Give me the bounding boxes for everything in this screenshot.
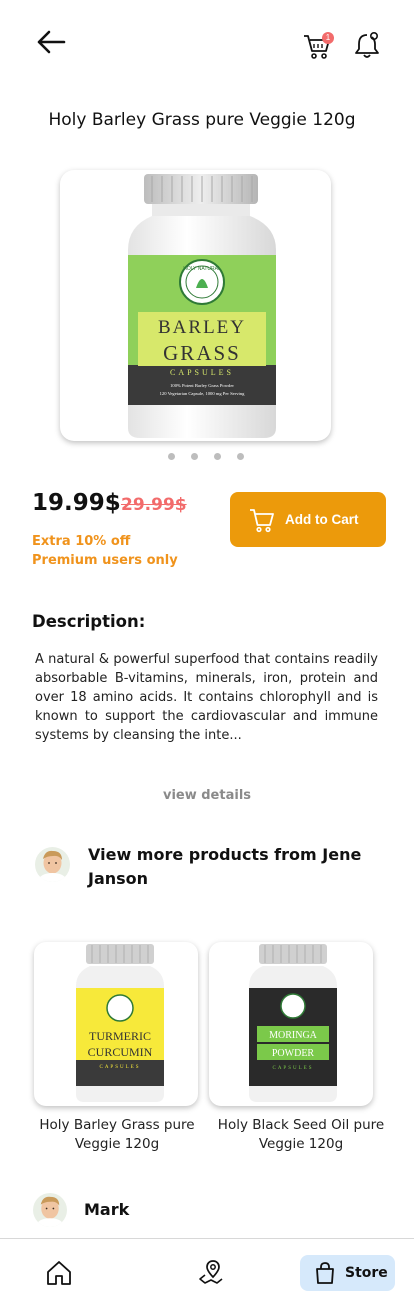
svg-text:TURMERIC: TURMERIC — [89, 1029, 151, 1043]
carousel-dot[interactable] — [168, 453, 175, 460]
carousel-dot[interactable] — [191, 453, 198, 460]
svg-text:MORINGA: MORINGA — [269, 1030, 318, 1041]
promo-text: Extra 10% off — [32, 534, 131, 549]
svg-text:CAPSULES: CAPSULES — [170, 368, 234, 377]
bottom-navigation: Store — [0, 1238, 414, 1305]
description-heading: Description: — [32, 612, 146, 631]
product-title: Holy Barley Grass pure Veggie 120g — [48, 110, 356, 130]
top-bar: 1 — [0, 0, 414, 90]
back-arrow-icon[interactable] — [34, 28, 68, 56]
related-product-image: TURMERIC CURCUMIN CAPSULES — [76, 944, 164, 1102]
view-details-link[interactable]: view details — [0, 788, 414, 803]
home-icon[interactable] — [45, 1260, 73, 1286]
add-to-cart-button[interactable]: Add to Cart — [230, 492, 386, 547]
svg-text:HOLY NATURAL: HOLY NATURAL — [183, 266, 221, 272]
reviewer-avatar — [33, 1193, 67, 1227]
svg-text:100% Potent Barley Grass Powde: 100% Potent Barley Grass Powder — [170, 383, 234, 388]
related-product-image: MORINGA POWDER CAPSULES — [249, 944, 337, 1102]
carousel-indicator[interactable] — [168, 453, 248, 461]
reviewer-name: Mark — [84, 1200, 130, 1219]
product-bottle-image: HOLY NATURAL BARLEY GRASS CAPSULES 100% … — [128, 174, 276, 438]
description-text: A natural & powerful superfood that cont… — [35, 652, 378, 743]
svg-text:CURCUMIN: CURCUMIN — [88, 1045, 153, 1059]
cart-count-badge: 1 — [322, 32, 334, 44]
cart-icon — [250, 509, 274, 533]
svg-text:POWDER: POWDER — [272, 1048, 315, 1059]
current-price: 19.99$ — [32, 490, 121, 516]
svg-text:BARLEY: BARLEY — [158, 317, 246, 338]
svg-text:GRASS: GRASS — [163, 341, 241, 365]
svg-text:CAPSULES: CAPSULES — [99, 1065, 140, 1070]
original-price: 29.99$ — [121, 495, 187, 515]
related-product-name[interactable]: Holy Barley Grass pure Veggie 120g — [27, 1116, 207, 1154]
shopping-bag-icon — [316, 1262, 334, 1284]
add-to-cart-label: Add to Cart — [285, 512, 359, 527]
promo-subtext: Premium users only — [32, 553, 178, 568]
seller-avatar[interactable] — [35, 847, 70, 882]
carousel-dot[interactable] — [237, 453, 244, 460]
map-pin-icon[interactable] — [197, 1258, 225, 1286]
store-tab-label: Store — [345, 1265, 388, 1281]
store-tab[interactable]: Store — [300, 1255, 395, 1291]
more-products-from-seller-link[interactable]: View more products from Jene Janson — [88, 843, 368, 891]
svg-text:CAPSULES: CAPSULES — [272, 1066, 313, 1071]
related-product-card[interactable]: TURMERIC CURCUMIN CAPSULES — [34, 942, 198, 1106]
related-product-card[interactable]: MORINGA POWDER CAPSULES — [209, 942, 373, 1106]
product-image-card[interactable]: HOLY NATURAL BARLEY GRASS CAPSULES 100% … — [60, 170, 331, 441]
notification-bell-icon[interactable] — [352, 30, 382, 60]
related-product-name[interactable]: Holy Black Seed Oil pure Veggie 120g — [211, 1116, 391, 1154]
carousel-dot[interactable] — [214, 453, 221, 460]
